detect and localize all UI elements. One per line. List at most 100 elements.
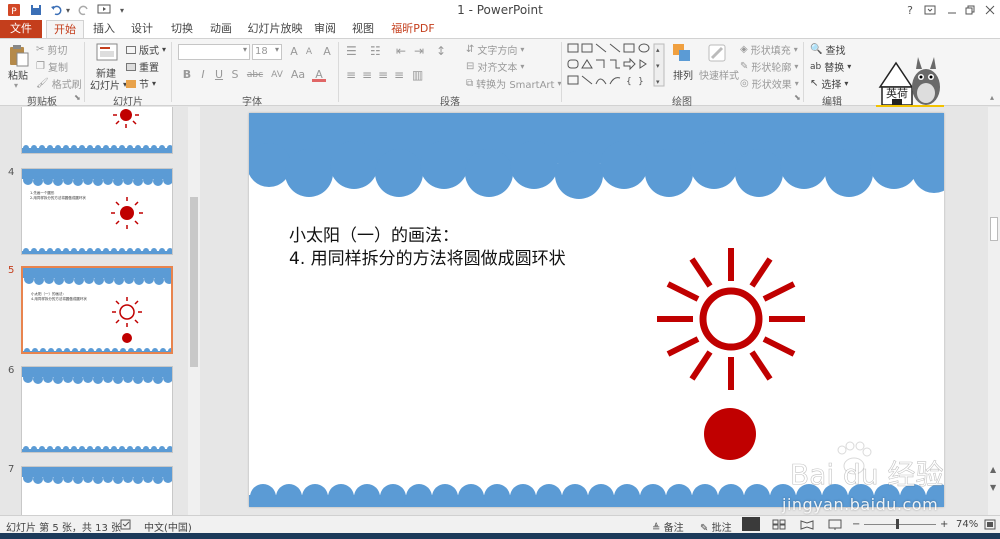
align-left-icon[interactable]: ≡ bbox=[346, 68, 356, 82]
italic-button[interactable]: I bbox=[196, 68, 210, 82]
tab-insert[interactable]: 插入 bbox=[88, 20, 120, 38]
slide-thumbnails-pane[interactable]: 4 1.先画一个圆形 2.用同样拆分的方法将圆做成圆环状 5 小太阳（一）的画法… bbox=[0, 107, 190, 515]
tab-view[interactable]: 视图 bbox=[348, 20, 378, 38]
new-slide-icon[interactable] bbox=[96, 43, 118, 66]
reading-view-icon[interactable] bbox=[800, 519, 814, 533]
thumbnails-scrollbar[interactable] bbox=[188, 107, 200, 515]
find-button[interactable]: 🔍 查找 bbox=[810, 42, 845, 57]
group-label-paragraph: 段落 bbox=[440, 97, 460, 108]
comments-button[interactable]: ✎ 批注 bbox=[700, 519, 732, 534]
section-button[interactable]: 节 ▾ bbox=[126, 76, 156, 91]
tab-slideshow[interactable]: 幻灯片放映 bbox=[246, 20, 304, 38]
underline-button[interactable]: U bbox=[212, 68, 226, 82]
quick-styles-button[interactable]: 快速样式 bbox=[699, 67, 739, 82]
strikethrough-button[interactable]: abc bbox=[244, 68, 266, 82]
tab-transitions[interactable]: 切换 bbox=[166, 20, 198, 38]
normal-view-icon[interactable] bbox=[742, 517, 760, 531]
tab-design[interactable]: 设计 bbox=[126, 20, 158, 38]
zoom-in-button[interactable]: + bbox=[940, 519, 948, 530]
cut-button[interactable]: ✂ 剪切 bbox=[36, 42, 67, 57]
next-slide-icon[interactable]: ▼ bbox=[990, 483, 996, 492]
align-text-button[interactable]: ⊟ 对齐文本 ▾ bbox=[466, 59, 524, 74]
align-right-icon[interactable]: ≡ bbox=[378, 68, 388, 82]
zoom-level[interactable]: 74% bbox=[956, 519, 978, 530]
increase-indent-icon[interactable]: ⇥ bbox=[414, 44, 424, 58]
numbering-icon[interactable]: ☷ bbox=[370, 44, 381, 58]
font-name-combo[interactable]: ▾ bbox=[178, 44, 250, 60]
slide-thumbnail-6[interactable] bbox=[21, 366, 173, 453]
shape-effects-button[interactable]: ◎ 形状效果 ▾ bbox=[740, 76, 799, 91]
select-button[interactable]: ↖ 选择 ▾ bbox=[810, 76, 848, 91]
shape-fill-button[interactable]: ◈ 形状填充 ▾ bbox=[740, 42, 798, 57]
slide-thumbnail-7[interactable] bbox=[21, 466, 173, 515]
close-icon[interactable] bbox=[978, 0, 1000, 20]
drawing-launcher-icon[interactable]: ⬊ bbox=[794, 93, 801, 102]
spellcheck-icon[interactable] bbox=[120, 519, 132, 533]
format-painter-button[interactable]: 🖌 格式刷 bbox=[36, 76, 82, 91]
paste-icon[interactable] bbox=[8, 43, 30, 70]
tab-home[interactable]: 开始 bbox=[46, 20, 84, 38]
tab-file[interactable]: 文件 bbox=[0, 20, 42, 38]
slideshow-view-icon[interactable] bbox=[828, 519, 842, 533]
font-size-combo[interactable]: 18 ▾ bbox=[252, 44, 282, 60]
copy-button[interactable]: ❐ 复制 bbox=[36, 59, 68, 74]
decrease-indent-icon[interactable]: ⇤ bbox=[396, 44, 406, 58]
collapse-ribbon-icon[interactable]: ▴ bbox=[990, 93, 994, 102]
smartart-button[interactable]: ⧉ 转换为 SmartArt ▾ bbox=[466, 76, 561, 91]
arrange-icon[interactable] bbox=[672, 43, 692, 66]
replace-button[interactable]: ab 替换 ▾ bbox=[810, 59, 851, 75]
new-slide-label[interactable]: 幻灯片 ▾ bbox=[90, 77, 127, 92]
thumb5-text: 小太阳（一）的画法： 4.用同样拆分的方法将圆做成圆环状 bbox=[31, 292, 87, 301]
slide-thumbnail-5[interactable]: 小太阳（一）的画法： 4.用同样拆分的方法将圆做成圆环状 bbox=[21, 266, 173, 354]
font-color-button[interactable]: A bbox=[312, 68, 326, 82]
group-label-drawing: 绘图 bbox=[672, 97, 692, 108]
slide-step-line: 4. 用同样拆分的方法将圆做成圆环状 bbox=[289, 249, 566, 269]
shape-outline-button[interactable]: ✎ 形状轮廓 ▾ bbox=[740, 59, 798, 74]
slide-thumbnail-3[interactable] bbox=[21, 107, 173, 154]
clear-format-button[interactable]: A bbox=[320, 45, 334, 59]
thumbnails-scroll-thumb[interactable] bbox=[190, 197, 198, 367]
thumb5-sun-ring-icon bbox=[112, 297, 142, 327]
tab-foxit-pdf[interactable]: 福昕PDF bbox=[388, 20, 438, 38]
slide-thumbnail-4[interactable]: 1.先画一个圆形 2.用同样拆分的方法将圆做成圆环状 bbox=[21, 168, 173, 255]
tab-review[interactable]: 审阅 bbox=[310, 20, 340, 38]
font-name-dropdown-icon[interactable]: ▾ bbox=[243, 45, 247, 54]
align-center-icon[interactable]: ≡ bbox=[362, 68, 372, 82]
paste-button[interactable]: 粘贴 bbox=[8, 67, 28, 82]
slide-sorter-icon[interactable] bbox=[772, 519, 786, 533]
line-spacing-icon[interactable]: ↕ bbox=[436, 44, 446, 58]
shrink-font-button[interactable]: A bbox=[302, 45, 316, 59]
prev-slide-icon[interactable]: ▲ bbox=[990, 465, 996, 474]
grow-font-button[interactable]: A bbox=[287, 45, 301, 59]
notes-button[interactable]: ≜ 备注 bbox=[652, 519, 684, 534]
change-case-button[interactable]: Aa bbox=[288, 68, 308, 82]
layout-button[interactable]: 版式 ▾ bbox=[126, 42, 166, 57]
zoom-slider-thumb[interactable] bbox=[896, 519, 899, 529]
slide-count-status[interactable]: 幻灯片 第 5 张，共 13 张 bbox=[6, 519, 121, 534]
sun-ring-icon bbox=[657, 248, 805, 390]
fit-slide-icon[interactable] bbox=[984, 519, 996, 533]
font-size-dropdown-icon[interactable]: ▾ bbox=[275, 45, 279, 54]
language-status[interactable]: 中文(中国) bbox=[144, 519, 192, 534]
zoom-slider[interactable] bbox=[864, 524, 936, 525]
char-spacing-button[interactable]: AV bbox=[268, 68, 286, 82]
justify-icon[interactable]: ≡ bbox=[394, 68, 404, 82]
columns-icon[interactable]: ▥ bbox=[412, 68, 423, 82]
ribbon-display-options-icon[interactable] bbox=[918, 0, 942, 20]
editor-scroll-thumb[interactable] bbox=[990, 217, 998, 241]
shadow-button[interactable]: S bbox=[228, 68, 242, 82]
bullets-icon[interactable]: ☰ bbox=[346, 44, 357, 58]
avatar-label: 英荷 bbox=[886, 86, 908, 100]
find-icon: 🔍 bbox=[810, 44, 823, 55]
slide-text-box[interactable]: 小太阳（一）的画法： 4. 用同样拆分的方法将圆做成圆环状 bbox=[289, 225, 566, 271]
shapes-gallery[interactable]: { } ▴ ▾ ▾ bbox=[566, 42, 666, 91]
arrange-button[interactable]: 排列 bbox=[673, 67, 693, 82]
text-direction-button[interactable]: ⇵ 文字方向 ▾ bbox=[466, 42, 524, 57]
quick-styles-icon[interactable] bbox=[706, 42, 728, 67]
bold-button[interactable]: B bbox=[180, 68, 194, 82]
tab-animations[interactable]: 动画 bbox=[205, 20, 237, 38]
reset-button[interactable]: 重置 bbox=[126, 59, 159, 74]
clipboard-launcher-icon[interactable]: ⬊ bbox=[74, 93, 81, 102]
paste-dropdown-icon[interactable]: ▾ bbox=[14, 81, 18, 90]
zoom-out-button[interactable]: − bbox=[852, 519, 860, 530]
